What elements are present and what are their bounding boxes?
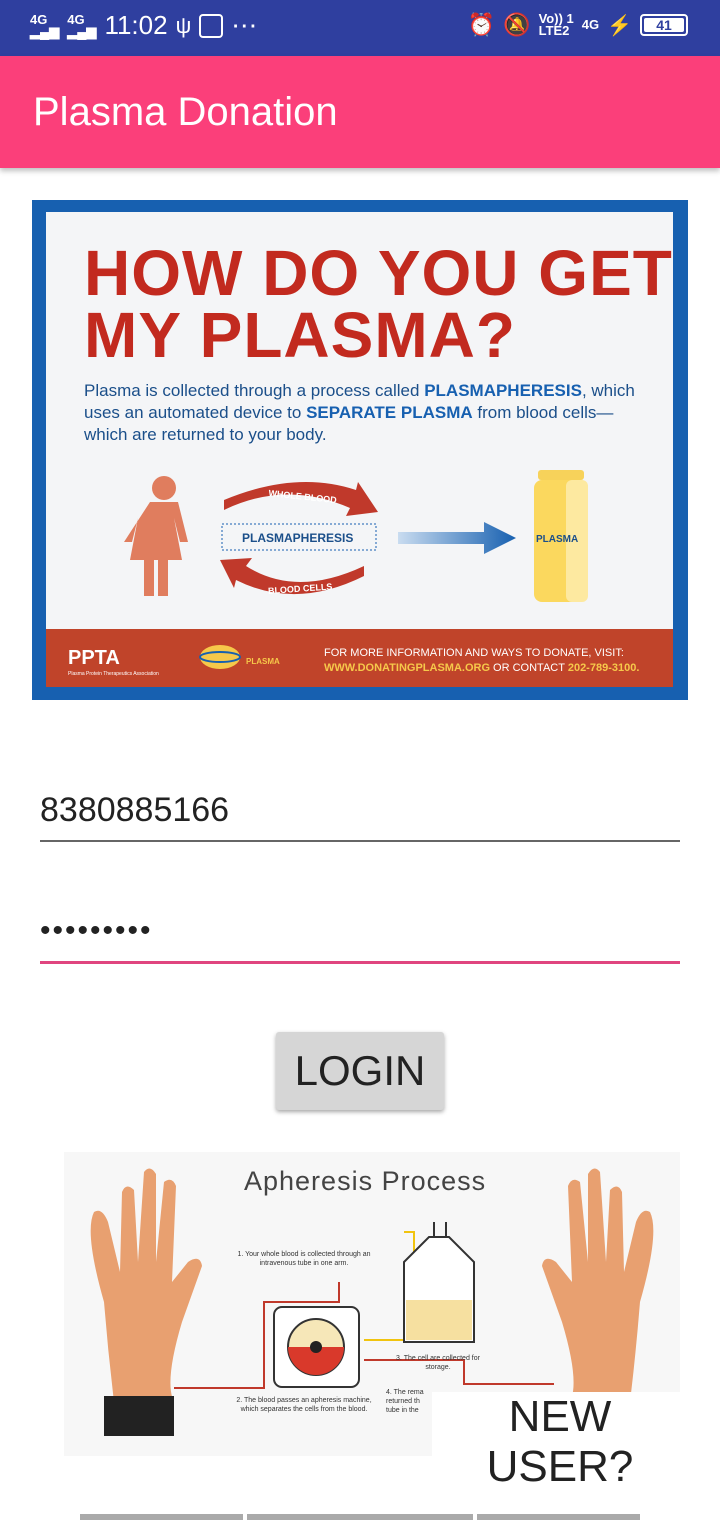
app-title: Plasma Donation <box>33 90 338 134</box>
plasma-bottle-label: PLASMA <box>536 534 578 545</box>
banner-title: HOW DO YOU GET MY PLASMA? <box>84 237 673 371</box>
login-button[interactable]: LOGIN <box>276 1032 444 1110</box>
alarm-icon: ⏰ <box>467 12 496 37</box>
password-input[interactable] <box>40 900 680 964</box>
bottom-tab-3 <box>477 1514 640 1520</box>
donating-plasma-text: PLASMA <box>246 657 280 666</box>
ppta-logo: PPTA <box>68 647 120 669</box>
bottom-tab-2 <box>247 1514 473 1520</box>
banner-description: Plasma is collected through a process ca… <box>84 381 635 444</box>
status-bar: 4G ▂▄▆ 4G ▂▄▆ 11:02 ψ ⋯ ⏰ 🔕 Vo)) 1 LTE2 4G … <box>0 0 720 56</box>
banner-inner: HOW DO YOU GET MY PLASMA? Plasma is coll… <box>46 212 673 687</box>
usb-icon: ψ <box>175 12 192 38</box>
step-2-text: 2. The blood passes an apheresis machine… <box>236 1397 372 1413</box>
left-wrist-band <box>104 1396 174 1436</box>
volte-label: Vo)) 1 LTE2 <box>538 11 574 38</box>
network-right: 4G <box>581 17 600 32</box>
phone-number-input[interactable] <box>40 780 680 842</box>
more-icon: ⋯ <box>231 10 258 40</box>
status-right: ⏰ 🔕 Vo)) 1 LTE2 4G ⚡ 41 <box>468 12 688 38</box>
step-4-text: 4. The rema returned th tube in the <box>386 1389 424 1414</box>
plasmapheresis-label: PLASMAPHERESIS <box>242 531 353 545</box>
charging-icon: ⚡ <box>607 14 632 37</box>
plasma-arrow <box>398 522 516 554</box>
signal-icon-2: 4G ▂▄▆ <box>67 11 97 39</box>
plasma-info-banner: HOW DO YOU GET MY PLASMA? Plasma is coll… <box>32 200 688 700</box>
signal-icon: 4G ▂▄▆ <box>30 11 60 39</box>
mute-icon: 🔕 <box>503 12 531 37</box>
footer-info: FOR MORE INFORMATION AND WAYS TO DONATE,… <box>324 647 640 674</box>
person-icon <box>124 476 188 596</box>
banner-footer: PPTA Plasma Protein Therapeutics Associa… <box>46 629 673 687</box>
left-hand-icon <box>90 1168 202 1402</box>
right-hand-icon <box>542 1168 654 1402</box>
bottom-tab-1 <box>80 1514 243 1520</box>
battery-icon: 41 <box>640 14 688 36</box>
step-3-text: 3. The cell are collected for storage. <box>396 1355 480 1371</box>
app-bar: Plasma Donation <box>0 56 720 168</box>
app-icon <box>199 13 224 38</box>
status-left: 4G ▂▄▆ 4G ▂▄▆ 11:02 ψ ⋯ <box>30 10 257 41</box>
status-time: 11:02 <box>104 10 168 40</box>
new-user-button[interactable]: NEW USER? <box>432 1392 688 1491</box>
ppta-logo-sub: Plasma Protein Therapeutics Association <box>68 671 159 677</box>
process-illustration: WHOLE BLOOD PLASMAPHERESIS BLOOD CELLS P… <box>124 470 588 602</box>
plasma-bottle-icon: PLASMA <box>534 470 588 602</box>
step-1-text: 1. Your whole blood is collected through… <box>237 1251 371 1267</box>
